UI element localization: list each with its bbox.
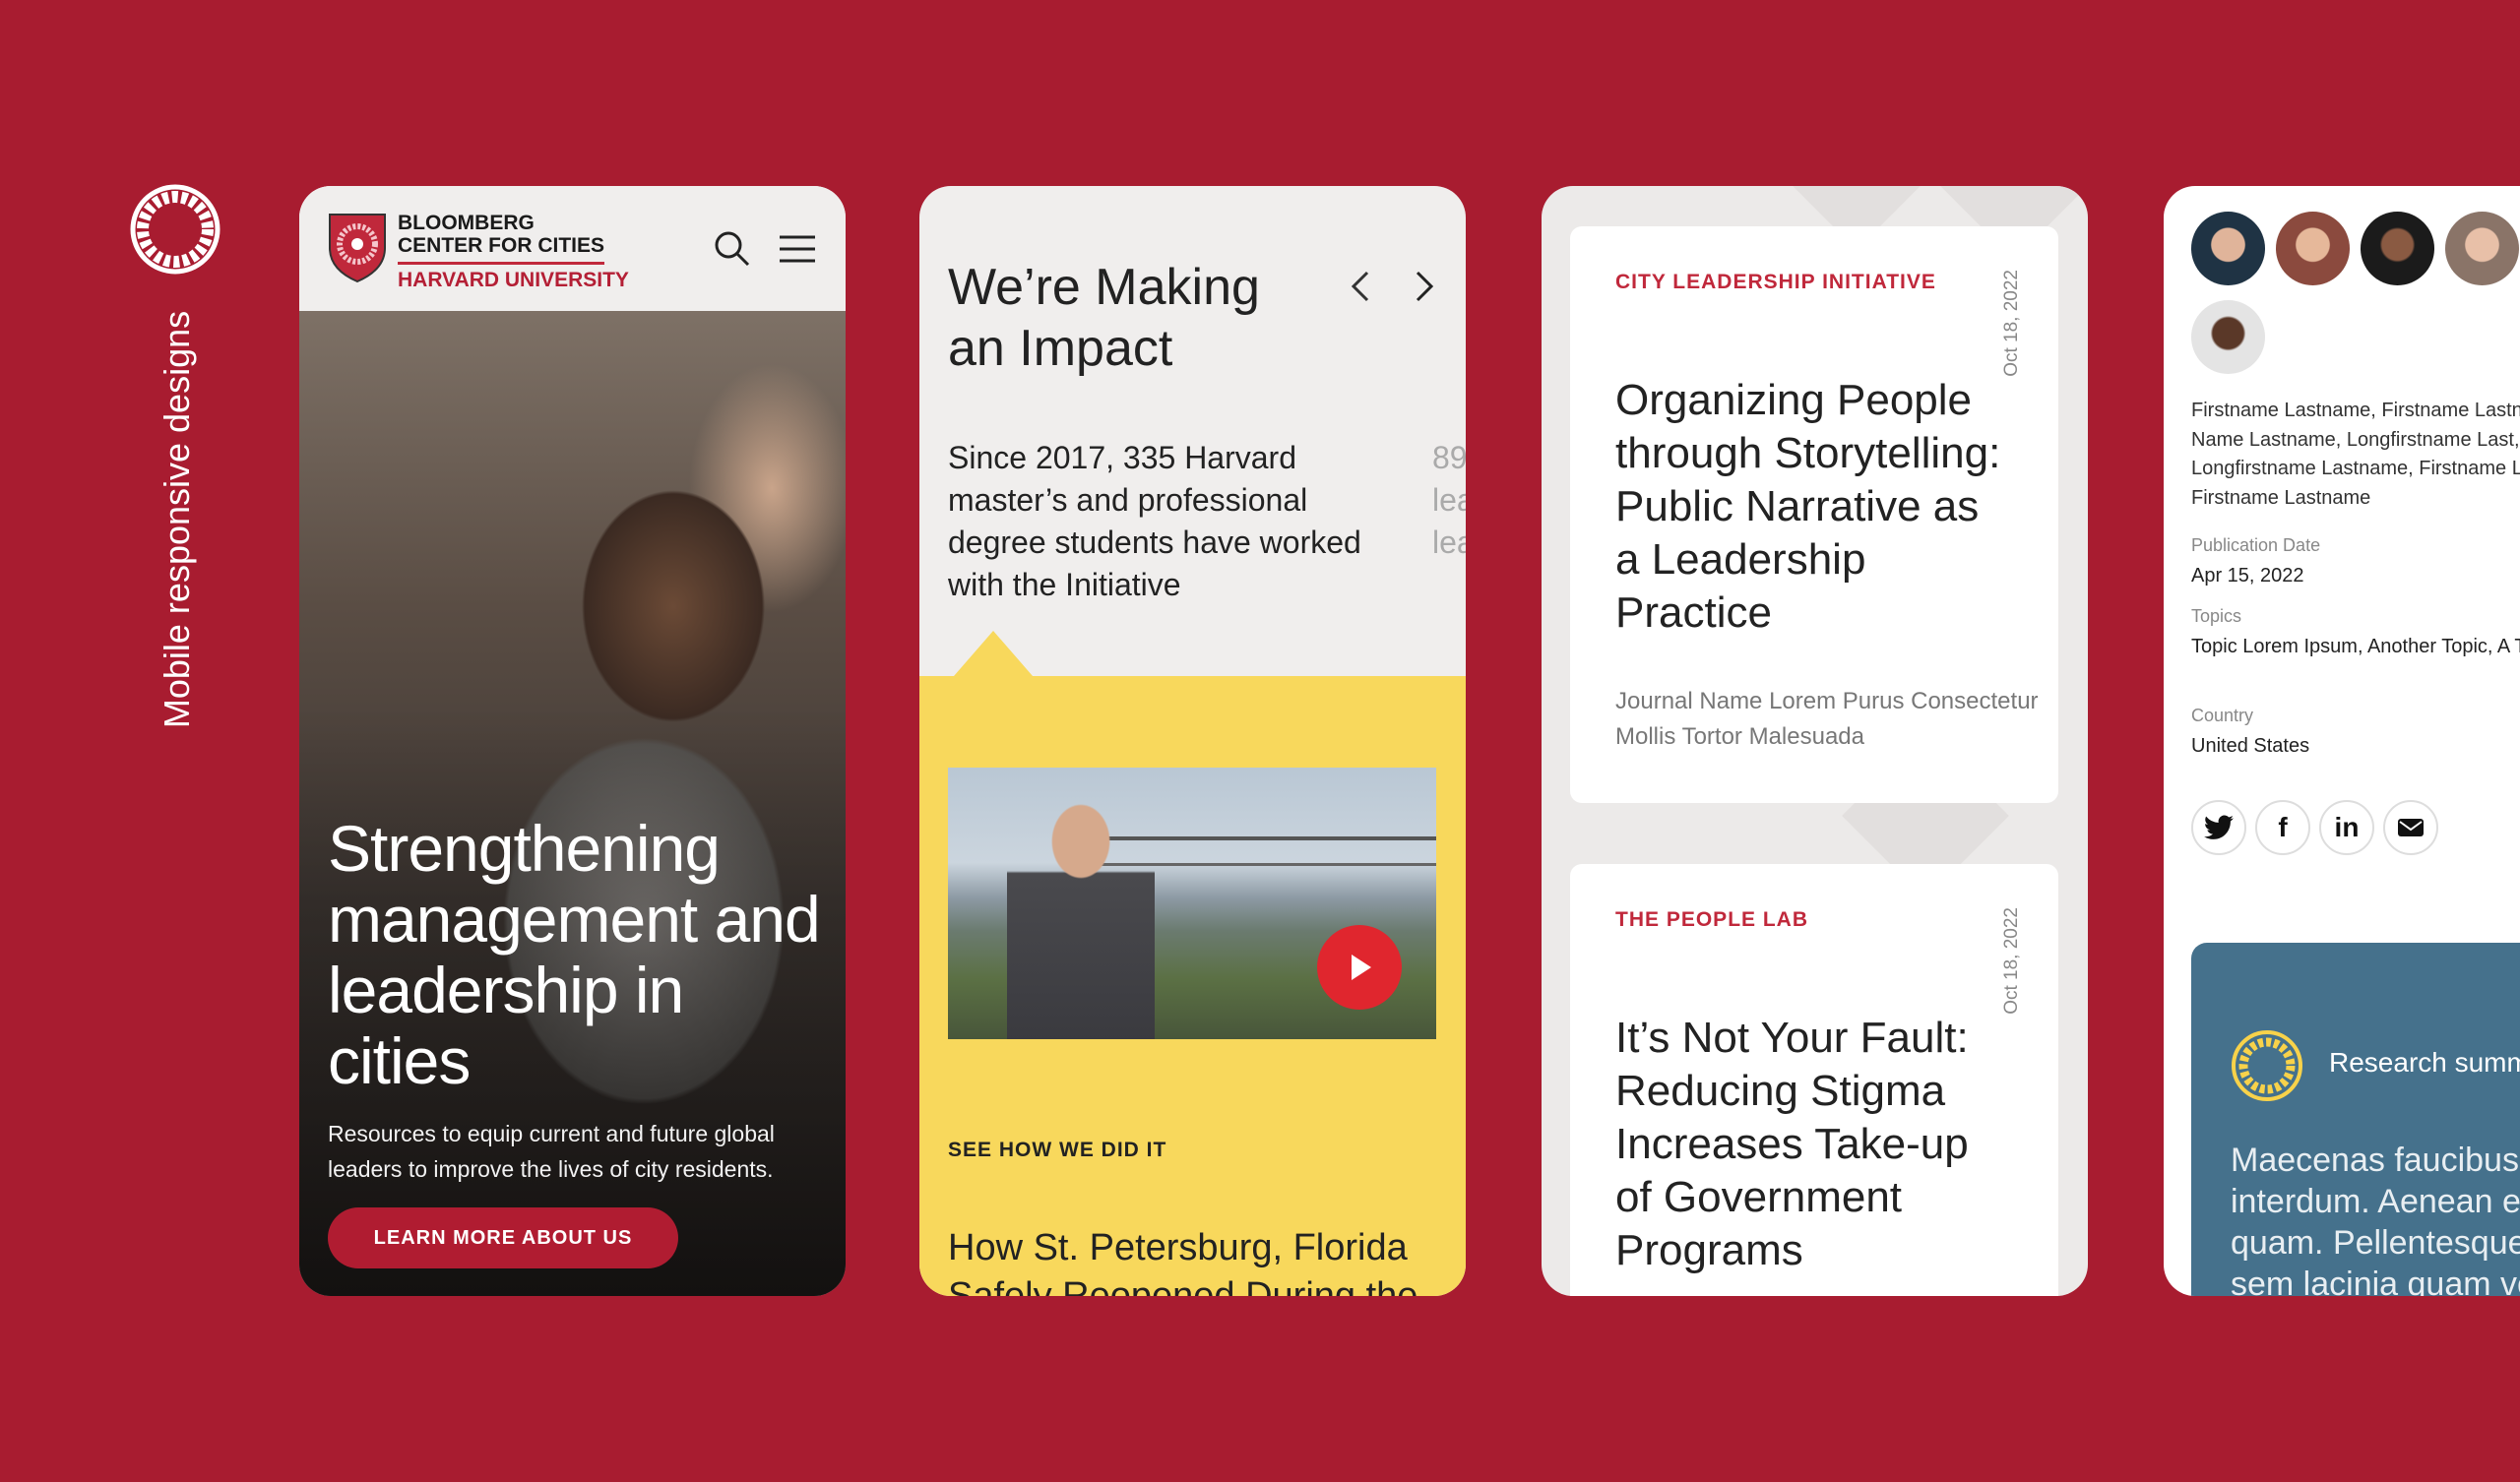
- author-line: Name Lastname, Longfirstname Last,: [2191, 428, 2520, 451]
- publication-card[interactable]: CITY LEADERSHIP INITIATIVE Oct 18, 2022 …: [1570, 226, 2058, 803]
- video-thumbnail[interactable]: [948, 768, 1436, 1039]
- publication-journal: Journal Name Lorem Purus Consectetur Mol…: [1615, 688, 2039, 750]
- logo-line: CENTER FOR CITIES: [398, 234, 605, 257]
- facebook-icon[interactable]: f: [2255, 800, 2310, 855]
- play-icon[interactable]: [1317, 925, 1402, 1010]
- mobile-publications-screen: CITY LEADERSHIP INITIATIVE Oct 18, 2022 …: [1542, 186, 2088, 1296]
- topics-value[interactable]: Topic Lorem Ipsum, Another Topic, A Topi…: [2191, 636, 2520, 658]
- impact-stat: Since 2017, 335 Harvard master’s and pro…: [948, 440, 1361, 602]
- body-line: interdum. Aenean eu leo: [2231, 1183, 2520, 1220]
- author-avatar[interactable]: [2276, 212, 2350, 285]
- publication-category[interactable]: CITY LEADERSHIP INITIATIVE: [1615, 271, 1936, 294]
- preview-line: lea: [1432, 525, 1466, 560]
- body-line: quam. Pellentesque ornare: [2231, 1224, 2520, 1262]
- twitter-icon[interactable]: [2191, 800, 2246, 855]
- author-avatar[interactable]: [2445, 212, 2519, 285]
- author-avatar[interactable]: [2361, 212, 2434, 285]
- country-value: United States: [2191, 735, 2310, 757]
- chevron-right-icon[interactable]: [1404, 267, 1443, 306]
- author-list: Firstname Lastname, Firstname Lastname, …: [2191, 397, 2520, 513]
- author-avatar[interactable]: [2191, 300, 2265, 374]
- site-header: BLOOMBERG CENTER FOR CITIES HARVARD UNIV…: [299, 186, 846, 311]
- mobile-home-screen: BLOOMBERG CENTER FOR CITIES HARVARD UNIV…: [299, 186, 846, 1296]
- site-logo[interactable]: BLOOMBERG CENTER FOR CITIES HARVARD UNIV…: [398, 212, 629, 291]
- story-eyebrow: SEE HOW WE DID IT: [948, 1139, 1167, 1161]
- section-label: Mobile responsive designs: [157, 310, 197, 729]
- learn-more-button[interactable]: LEARN MORE ABOUT US: [328, 1207, 678, 1268]
- research-summary-body: Maecenas faucibus mollis interdum. Aenea…: [2231, 1140, 2520, 1296]
- author-line: Firstname Lastname: [2191, 486, 2371, 509]
- publication-card[interactable]: THE PEOPLE LAB Oct 18, 2022 It’s Not You…: [1570, 864, 2058, 1296]
- publication-category[interactable]: THE PEOPLE LAB: [1615, 908, 1808, 932]
- mobile-publication-detail-screen: Firstname Lastname, Firstname Lastname, …: [2164, 186, 2520, 1296]
- research-summary-title: Research summary: [2329, 1047, 2520, 1078]
- publication-date: Oct 18, 2022: [2001, 270, 2022, 377]
- research-summary-icon: [2232, 1030, 2302, 1101]
- preview-line: lea: [1432, 482, 1466, 518]
- harvard-shield-icon: [329, 214, 386, 283]
- author-avatar[interactable]: [2191, 212, 2265, 285]
- publication-date: Oct 18, 2022: [2001, 907, 2022, 1015]
- bloomberg-logo-icon: [130, 184, 220, 275]
- mobile-impact-screen: We’re Making an Impact Since 2017, 335 H…: [919, 186, 1466, 1296]
- story-section: SEE HOW WE DID IT How St. Petersburg, Fl…: [919, 631, 1466, 1296]
- country-label: Country: [2191, 706, 2254, 725]
- research-summary-box: Research summary Maecenas faucibus molli…: [2191, 943, 2520, 1296]
- search-icon[interactable]: [711, 227, 754, 271]
- chevron-left-icon[interactable]: [1342, 267, 1381, 306]
- body-line: sem lacinia quam venenatis: [2231, 1266, 2520, 1296]
- publication-date-value: Apr 15, 2022: [2191, 565, 2304, 587]
- author-line: Firstname Lastname, Firstname Lastname,: [2191, 400, 2520, 421]
- linkedin-icon[interactable]: in: [2319, 800, 2374, 855]
- hero-headline: Strengthening management and leadership …: [328, 812, 821, 1097]
- next-slide-preview: 89 lea lea: [1432, 437, 1466, 564]
- section-title: We’re Making an Impact: [948, 259, 1260, 377]
- publication-title[interactable]: Organizing People through Storytelling: …: [1615, 374, 2009, 640]
- body-line: Maecenas faucibus mollis: [2231, 1142, 2520, 1179]
- publication-date-label: Publication Date: [2191, 535, 2321, 555]
- story-title[interactable]: How St. Petersburg, Florida Safely Reope…: [948, 1224, 1440, 1296]
- author-line: Longfirstname Lastname, Firstname Lastna…: [2191, 458, 2520, 479]
- logo-line: HARVARD UNIVERSITY: [398, 269, 629, 291]
- preview-line: 89: [1432, 440, 1466, 475]
- logo-line: BLOOMBERG: [398, 212, 535, 234]
- publication-title[interactable]: It’s Not Your Fault: Reducing Stigma Inc…: [1615, 1012, 2009, 1277]
- email-icon[interactable]: [2383, 800, 2438, 855]
- hero-subtext: Resources to equip current and future gl…: [328, 1121, 775, 1182]
- menu-icon[interactable]: [776, 227, 819, 271]
- topics-label: Topics: [2191, 606, 2242, 626]
